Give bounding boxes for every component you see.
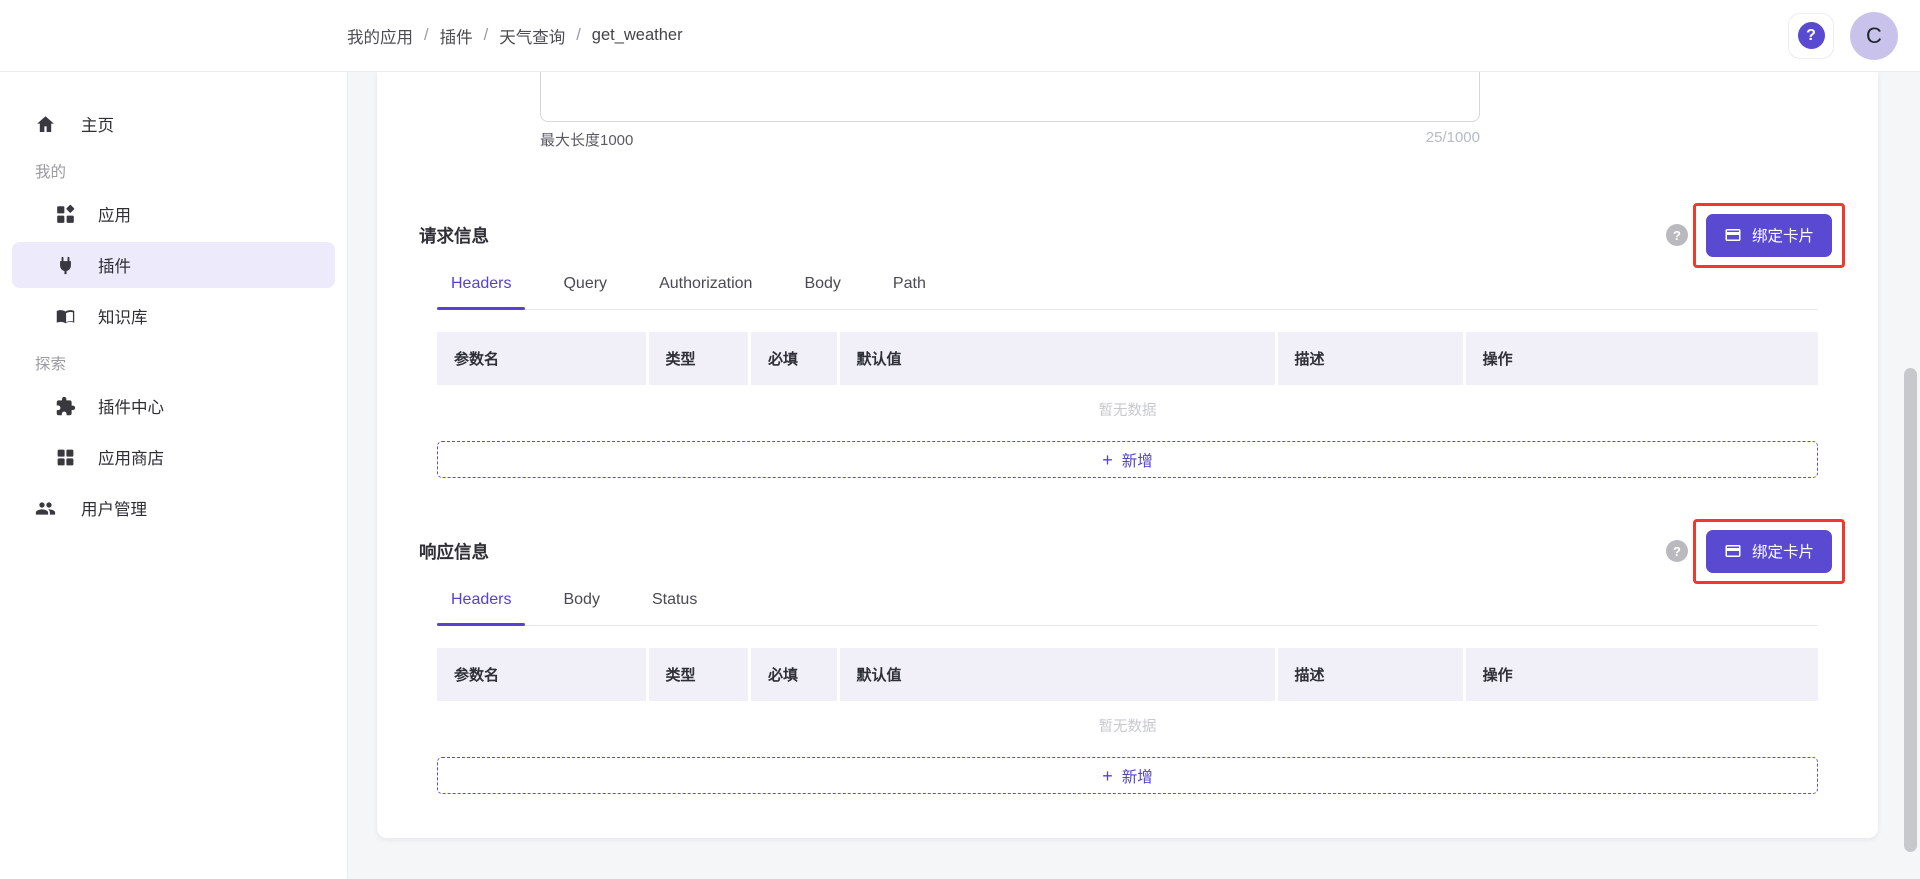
- column-header: 参数名: [437, 332, 646, 385]
- bind-card-label: 绑定卡片: [1752, 540, 1814, 562]
- question-icon[interactable]: ?: [1666, 224, 1688, 246]
- response-tab-status[interactable]: Status: [638, 588, 711, 625]
- home-icon: [35, 114, 56, 135]
- tab-bar: Headers Body Status: [437, 588, 1818, 626]
- sidebar-item-label: 应用商店: [98, 445, 164, 469]
- column-header: 必填: [751, 332, 837, 385]
- breadcrumb-separator: /: [424, 26, 429, 45]
- column-header: 默认值: [840, 648, 1275, 701]
- book-icon: [55, 306, 76, 327]
- breadcrumb-item[interactable]: 我的应用: [347, 24, 413, 48]
- card-icon: [1724, 226, 1742, 244]
- section-header: 响应信息? 绑定卡片: [419, 518, 1836, 584]
- breadcrumb-current: get_weather: [592, 26, 683, 45]
- section-body: Headers Query Authorization Body Path 参数名类型必填…: [437, 272, 1818, 478]
- sidebar-section-mine: 我的: [0, 156, 347, 186]
- sidebar-item-label: 应用: [98, 202, 131, 226]
- bind-card-button[interactable]: 绑定卡片: [1706, 530, 1832, 573]
- column-header: 必填: [751, 648, 837, 701]
- section-header-right: ? 绑定卡片: [1666, 519, 1845, 584]
- section-title: 响应信息: [419, 539, 489, 564]
- sidebar-item-apps[interactable]: 应用: [12, 191, 335, 237]
- request-tab-body[interactable]: Body: [790, 272, 854, 309]
- help-button[interactable]: ?: [1788, 13, 1834, 59]
- response-tab-headers[interactable]: Headers: [437, 588, 525, 625]
- column-header: 类型: [649, 648, 748, 701]
- breadcrumb-separator: /: [576, 26, 581, 45]
- sidebar-item-label: 插件: [98, 253, 131, 277]
- param-table-header: 参数名类型必填默认值描述操作: [437, 332, 1818, 385]
- add-label: 新增: [1122, 765, 1153, 787]
- sidebar-item-label: 插件中心: [98, 394, 164, 418]
- request-tab-path[interactable]: Path: [879, 272, 940, 309]
- question-icon: ?: [1798, 22, 1825, 49]
- sidebar-item-user-management[interactable]: 用户管理: [12, 485, 335, 531]
- plus-icon: +: [1102, 767, 1113, 785]
- column-header: 操作: [1466, 332, 1818, 385]
- card-icon: [1724, 542, 1742, 560]
- annotation-highlight: 绑定卡片: [1693, 519, 1845, 584]
- annotation-highlight: 绑定卡片: [1693, 203, 1845, 268]
- sidebar-item-label: 主页: [81, 112, 114, 136]
- breadcrumb-item[interactable]: 插件: [440, 24, 473, 48]
- column-header: 默认值: [840, 332, 1275, 385]
- sidebar-nav: 主页我的应用插件知识库探索插件中心应用商店用户管理: [0, 101, 347, 531]
- description-field-block: 最大长度1000 25/1000: [540, 72, 1480, 150]
- response-info-section: 响应信息? 绑定卡片 Headers Body Status 参数名类型必填默认值描述操作…: [419, 518, 1836, 794]
- plugin-config-card: 最大长度1000 25/1000 请求信息? 绑定卡片 Headers Query Au…: [377, 72, 1878, 838]
- breadcrumb-separator: /: [484, 26, 489, 45]
- users-icon: [35, 498, 56, 519]
- request-tab-query[interactable]: Query: [549, 272, 621, 309]
- param-table-header: 参数名类型必填默认值描述操作: [437, 648, 1818, 701]
- column-header: 类型: [649, 332, 748, 385]
- breadcrumb: 我的应用 / 插件 / 天气查询 / get_weather: [347, 24, 683, 48]
- sections-root: 请求信息? 绑定卡片 Headers Query Authorization Body Pa…: [419, 202, 1836, 794]
- topbar-right: ? C: [1788, 12, 1920, 60]
- maxlength-hint: 最大长度1000: [540, 129, 633, 150]
- sidebar-item-label: 知识库: [98, 304, 148, 328]
- column-header: 描述: [1278, 648, 1463, 701]
- empty-text: 暂无数据: [437, 399, 1818, 417]
- breadcrumb-item[interactable]: 天气查询: [499, 24, 565, 48]
- request-tab-headers[interactable]: Headers: [437, 272, 525, 309]
- apps-icon: [55, 204, 76, 225]
- puzzle-icon: [55, 396, 76, 417]
- request-info-section: 请求信息? 绑定卡片 Headers Query Authorization Body Pa…: [419, 202, 1836, 478]
- column-header: 操作: [1466, 648, 1818, 701]
- sidebar-item-home[interactable]: 主页: [12, 101, 335, 147]
- add-row-button[interactable]: + 新增: [437, 757, 1818, 794]
- tab-bar: Headers Query Authorization Body Path: [437, 272, 1818, 310]
- top-bar: 我的应用 / 插件 / 天气查询 / get_weather ? C: [0, 0, 1920, 72]
- bind-card-button[interactable]: 绑定卡片: [1706, 214, 1832, 257]
- sidebar-item-app-store[interactable]: 应用商店: [12, 434, 335, 480]
- store-icon: [55, 447, 76, 468]
- textarea-hint-row: 最大长度1000 25/1000: [540, 129, 1480, 150]
- response-tab-body[interactable]: Body: [549, 588, 613, 625]
- column-header: 参数名: [437, 648, 646, 701]
- char-counter: 25/1000: [1426, 129, 1480, 150]
- section-header-right: ? 绑定卡片: [1666, 203, 1845, 268]
- section-body: Headers Body Status 参数名类型必填默认值描述操作暂无数据 + 新增: [437, 588, 1818, 794]
- plug-icon: [55, 255, 76, 276]
- main-content: 最大长度1000 25/1000 请求信息? 绑定卡片 Headers Query Au…: [348, 72, 1920, 879]
- avatar[interactable]: C: [1850, 12, 1898, 60]
- column-header: 描述: [1278, 332, 1463, 385]
- sidebar-item-knowledge-base[interactable]: 知识库: [12, 293, 335, 339]
- request-tab-authorization[interactable]: Authorization: [645, 272, 766, 309]
- sidebar: 主页我的应用插件知识库探索插件中心应用商店用户管理: [0, 72, 348, 879]
- sidebar-item-label: 用户管理: [81, 496, 147, 520]
- add-label: 新增: [1122, 449, 1153, 471]
- description-textarea[interactable]: [540, 72, 1480, 122]
- section-title: 请求信息: [419, 223, 489, 248]
- sidebar-item-plugin-center[interactable]: 插件中心: [12, 383, 335, 429]
- add-row-button[interactable]: + 新增: [437, 441, 1818, 478]
- bind-card-label: 绑定卡片: [1752, 224, 1814, 246]
- empty-text: 暂无数据: [437, 715, 1818, 733]
- question-icon[interactable]: ?: [1666, 540, 1688, 562]
- sidebar-section-explore: 探索: [0, 348, 347, 378]
- scrollbar-thumb[interactable]: [1904, 368, 1917, 852]
- sidebar-item-plugins[interactable]: 插件: [12, 242, 335, 288]
- plus-icon: +: [1102, 451, 1113, 469]
- section-header: 请求信息? 绑定卡片: [419, 202, 1836, 268]
